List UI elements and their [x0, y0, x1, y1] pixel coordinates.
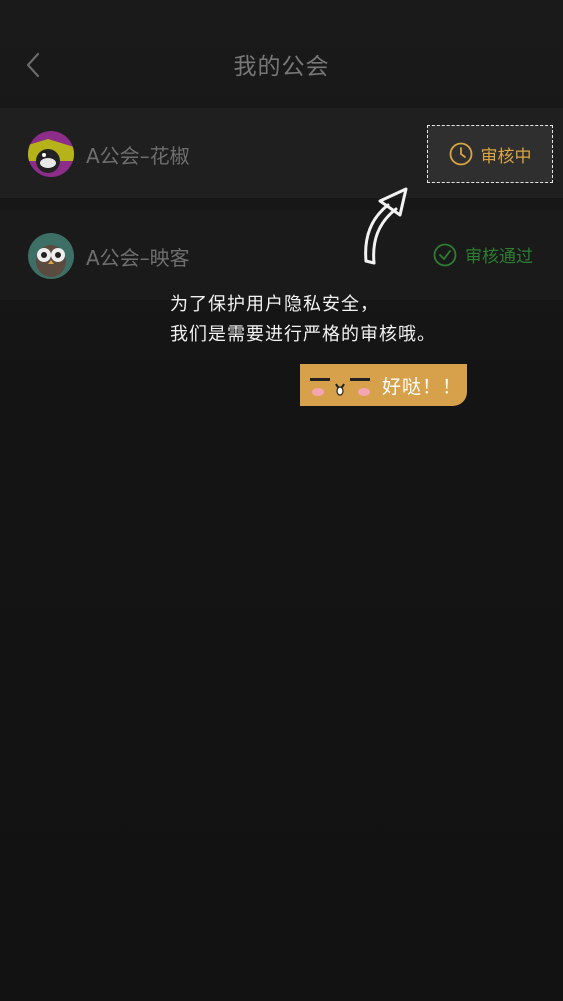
status-badge-approved: 审核通过 — [433, 242, 533, 267]
page-title: 我的公会 — [233, 54, 330, 80]
status-label: 审核中 — [480, 146, 532, 167]
clock-icon — [449, 142, 472, 166]
guild-name: A公会–映客 — [86, 246, 190, 270]
ok-button[interactable]: 好哒！！ — [300, 364, 467, 406]
avatar — [28, 131, 74, 177]
tip-line-1: 为了保护用户隐私安全， — [170, 294, 379, 315]
guild-row-huajiao[interactable]: A公会–花椒 审核中 — [0, 108, 563, 198]
ok-button-label: 好哒！！ — [382, 375, 463, 398]
tip-line-2: 我们是需要进行严格的审核哦。 — [170, 324, 436, 345]
check-circle-icon — [433, 243, 457, 266]
curved-arrow-icon — [364, 187, 408, 265]
status-label: 审核通过 — [465, 247, 533, 267]
privacy-tip: 为了保护用户隐私安全， 我们是需要进行严格的审核哦。 — [170, 290, 436, 350]
status-badge-pending[interactable]: 审核中 — [427, 125, 553, 183]
guild-row-yingke[interactable]: A公会–映客 审核通过 — [0, 210, 563, 300]
guild-name: A公会–花椒 — [86, 144, 190, 168]
avatar — [28, 233, 74, 279]
header: 我的公会 — [0, 30, 563, 96]
emoticon-face-icon — [310, 378, 370, 396]
